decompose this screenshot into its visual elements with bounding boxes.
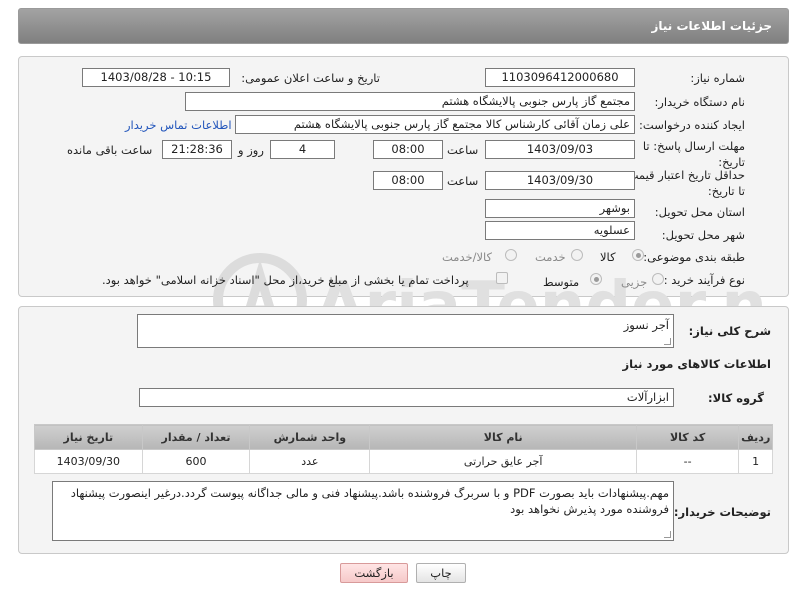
goods-table-header: ردیف کد کالا نام کالا واحد شمارش تعداد /… <box>34 424 773 450</box>
col-header-code: کد کالا <box>635 424 740 450</box>
price-time-field: 08:00 <box>373 171 443 190</box>
col-header-unit: واحد شمارش <box>249 424 371 450</box>
resize-handle-icon[interactable] <box>664 531 671 538</box>
announce-datetime-label: تاریخ و ساعت اعلان عمومی: <box>241 71 380 85</box>
col-header-name: نام کالا <box>369 424 637 450</box>
purchase-medium-radio[interactable] <box>590 273 602 285</box>
price-time-label: ساعت <box>447 174 479 188</box>
print-button[interactable]: چاپ <box>416 563 466 583</box>
days-label: روز و <box>238 143 264 157</box>
creator-label: ایجاد کننده درخواست: <box>639 118 745 132</box>
remaining-time-field: 21:28:36 <box>162 140 232 159</box>
buyer-notes-label: توضیحات خریدار: <box>673 505 771 519</box>
category-goods-service-label: کالا/خدمت <box>442 250 493 264</box>
reply-time-label: ساعت <box>447 143 479 157</box>
category-goods-label: کالا <box>600 250 616 264</box>
city-label: شهر محل تحویل: <box>661 228 745 242</box>
price-date-field: 1403/09/30 <box>485 171 635 190</box>
need-number-field: 1103096412000680 <box>485 68 635 87</box>
treasury-payment-note: پرداخت تمام یا بخشی از مبلغ خرید،از محل … <box>102 273 469 287</box>
goods-group-field: ابزارآلات <box>139 388 674 407</box>
col-header-date: تاریخ نیاز <box>34 424 143 450</box>
page-title: جزئیات اطلاعات نیاز <box>651 19 772 33</box>
table-row: 1 -- آجر عایق حرارتی عدد 600 1403/09/30 <box>34 449 773 474</box>
days-remaining-field: 4 <box>270 140 335 159</box>
cell-unit: عدد <box>249 449 371 474</box>
buyer-org-label: نام دستگاه خریدار: <box>654 95 745 109</box>
category-goods-service-radio[interactable] <box>505 249 517 261</box>
goods-info-title: اطلاعات کالاهای مورد نیاز <box>622 357 771 371</box>
description-label: شرح کلی نیاز: <box>688 324 771 338</box>
purchase-medium-label: متوسط <box>543 275 580 289</box>
reply-deadline-label: مهلت ارسال پاسخ: تا تاریخ: <box>642 139 745 169</box>
need-number-label: شماره نیاز: <box>690 71 745 85</box>
buyer-org-field: مجتمع گاز پارس جنوبی پالایشگاه هشتم <box>185 92 635 111</box>
price-validity-label: حداقل تاریخ اعتبار قیمت: تا تاریخ: <box>623 168 745 198</box>
cell-goods-code: -- <box>635 449 740 474</box>
description-textarea: آجر نسوز <box>137 314 674 348</box>
remaining-time-label: ساعت باقی مانده <box>67 143 153 157</box>
city-field: عسلویه <box>485 221 635 240</box>
province-label: استان محل تحویل: <box>654 205 745 219</box>
cell-quantity: 600 <box>141 449 251 474</box>
province-field: بوشهر <box>485 199 635 218</box>
cell-goods-name: آجر عایق حرارتی <box>369 449 637 474</box>
purchase-minor-radio[interactable] <box>652 273 664 285</box>
col-header-row: ردیف <box>738 424 773 450</box>
reply-time-field: 08:00 <box>373 140 443 159</box>
buyer-notes-textarea: مهم.پیشنهادات باید بصورت PDF و با سربرگ … <box>52 481 674 541</box>
category-service-label: خدمت <box>535 250 566 264</box>
cell-need-date: 1403/09/30 <box>34 449 143 474</box>
purchase-minor-label: جزیی <box>621 275 648 289</box>
col-header-quantity: تعداد / مقدار <box>141 424 251 450</box>
description-text: آجر نسوز <box>623 318 669 332</box>
page-title-bar: جزئیات اطلاعات نیاز <box>18 8 789 44</box>
resize-handle-icon[interactable] <box>664 338 671 345</box>
back-button[interactable]: بازگشت <box>340 563 408 583</box>
buyer-contact-link[interactable]: اطلاعات تماس خریدار <box>125 118 232 132</box>
treasury-payment-checkbox[interactable] <box>496 272 508 284</box>
goods-table: ردیف کد کالا نام کالا واحد شمارش تعداد /… <box>34 424 773 474</box>
goods-group-label: گروه کالا: <box>708 391 764 405</box>
category-label: طبقه بندی موضوعی: <box>643 250 745 264</box>
category-goods-radio[interactable] <box>632 249 644 261</box>
reply-date-field: 1403/09/03 <box>485 140 635 159</box>
creator-field: علی زمان آقائی کارشناس کالا مجتمع گاز پا… <box>235 115 635 134</box>
buyer-notes-text: مهم.پیشنهادات باید بصورت PDF و با سربرگ … <box>70 486 669 516</box>
category-service-radio[interactable] <box>571 249 583 261</box>
purchase-type-label: نوع فرآیند خرید : <box>663 273 745 287</box>
announce-datetime-field: 1403/08/28 - 10:15 <box>82 68 230 87</box>
cell-row-number: 1 <box>738 449 773 474</box>
